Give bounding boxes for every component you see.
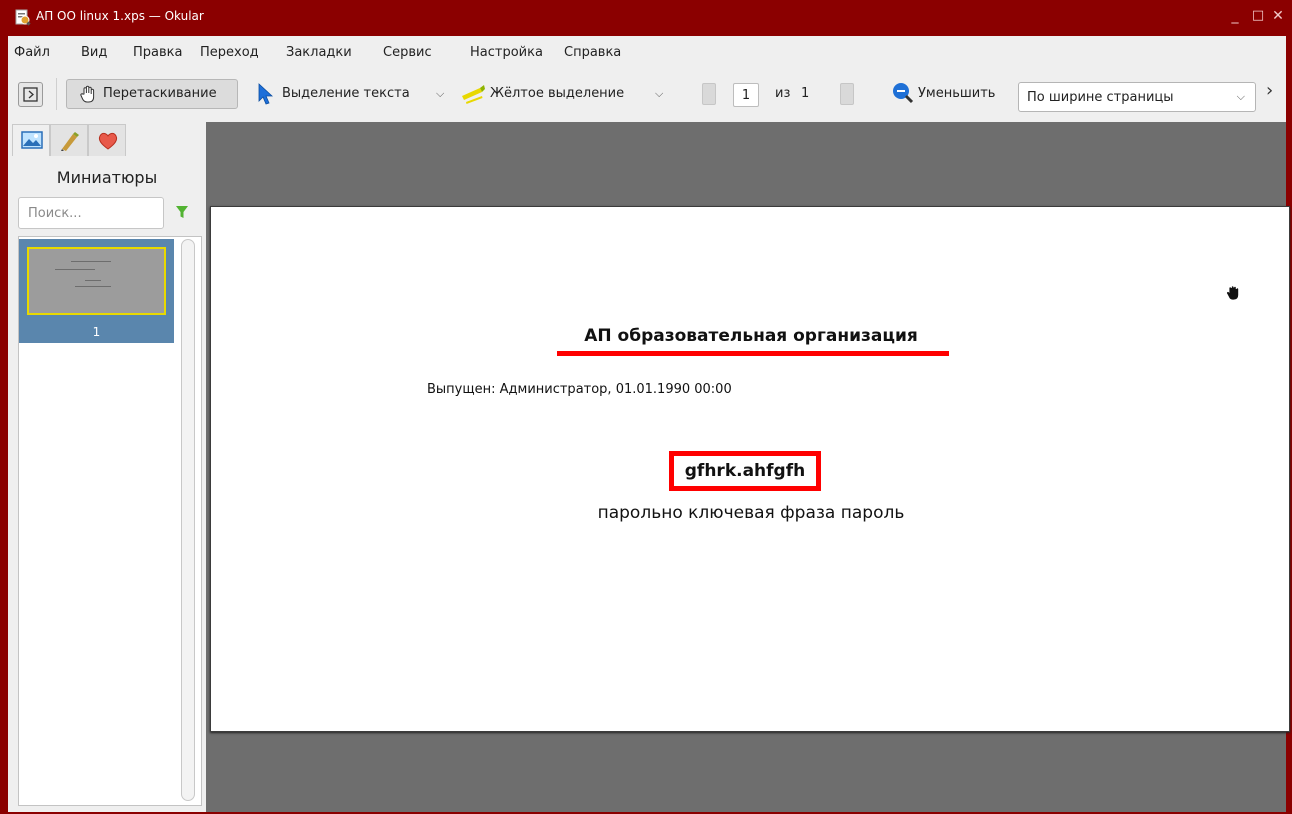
menu-view[interactable]: Вид bbox=[81, 45, 107, 60]
page-of-label: из bbox=[775, 86, 791, 101]
menu-bookmarks[interactable]: Закладки bbox=[286, 45, 352, 60]
bookmarks-heart-icon bbox=[98, 132, 118, 150]
menu-settings[interactable]: Настройка bbox=[470, 45, 543, 60]
key-text: gfhrk.ahfgfh bbox=[684, 461, 806, 481]
issued-by-text: Выпущен: Администратор, 01.01.1990 00:00 bbox=[427, 382, 732, 397]
toggle-sidebar-button[interactable] bbox=[18, 82, 43, 107]
page-total-label: 1 bbox=[801, 86, 810, 101]
text-selection-tool[interactable]: Выделение текста bbox=[282, 86, 410, 101]
menu-bar: Файл Вид Правка Переход Закладки Сервис … bbox=[8, 36, 1286, 68]
zoom-out-button[interactable]: Уменьшить bbox=[918, 86, 995, 101]
sidebar-toggle-icon bbox=[23, 87, 38, 102]
thumbnail-text-line bbox=[55, 269, 95, 270]
main-toolbar: Перетаскивание Выделение текста ⌵ Жёлтое… bbox=[8, 68, 1286, 122]
title-bar[interactable]: АП ОО linux 1.xps — Okular _ □ ✕ bbox=[0, 0, 1292, 36]
yellow-highlight-tool[interactable]: Жёлтое выделение bbox=[490, 86, 624, 101]
document-viewport[interactable]: АП образовательная организация Выпущен: … bbox=[206, 122, 1290, 812]
browse-tool-label: Перетаскивание bbox=[103, 86, 217, 101]
next-page-button[interactable] bbox=[840, 83, 854, 105]
thumbnail-search-field[interactable] bbox=[18, 197, 164, 229]
page-number-input[interactable]: 1 bbox=[733, 83, 759, 107]
chevron-down-icon: ⌵ bbox=[1236, 90, 1245, 103]
okular-app-icon bbox=[15, 9, 31, 26]
menu-tools[interactable]: Сервис bbox=[383, 45, 432, 60]
document-title: АП образовательная организация bbox=[584, 326, 918, 346]
tab-thumbnails[interactable] bbox=[12, 124, 50, 156]
thumbnail-text-line bbox=[71, 261, 111, 262]
browse-tool-button[interactable]: Перетаскивание bbox=[66, 79, 238, 109]
window-title: АП ОО linux 1.xps — Okular bbox=[36, 9, 204, 23]
tab-annotations[interactable] bbox=[50, 124, 88, 156]
thumbnail-text-line bbox=[85, 280, 101, 281]
zoom-mode-value: По ширине страницы bbox=[1027, 90, 1174, 105]
thumbnail-scrollbar[interactable] bbox=[181, 239, 195, 801]
image-icon bbox=[21, 131, 43, 149]
red-highlight-box: gfhrk.ahfgfh bbox=[669, 451, 821, 491]
thumbnail-page-number: 1 bbox=[92, 325, 101, 339]
toolbar-overflow-button[interactable]: › bbox=[1266, 80, 1273, 101]
thumbnail-text-line bbox=[75, 286, 111, 287]
minimize-button[interactable]: _ bbox=[1226, 8, 1244, 24]
chevron-down-icon[interactable]: ⌵ bbox=[436, 87, 444, 101]
hand-icon bbox=[80, 85, 95, 103]
close-button[interactable]: ✕ bbox=[1269, 8, 1287, 24]
toolbar-separator bbox=[56, 78, 57, 110]
passphrase-text: парольно ключевая фраза пароль bbox=[597, 503, 905, 523]
zoom-mode-select[interactable]: По ширине страницы ⌵ bbox=[1018, 82, 1256, 112]
thumbnail-item-selected[interactable]: 1 bbox=[19, 239, 174, 343]
red-underline-mark bbox=[557, 351, 949, 356]
cursor-arrow-icon bbox=[258, 83, 273, 105]
highlighter-icon bbox=[462, 85, 485, 104]
sidebar-title: Миниатюры bbox=[56, 168, 158, 187]
grab-cursor-icon bbox=[1226, 285, 1239, 301]
menu-file[interactable]: Файл bbox=[14, 45, 50, 60]
zoom-out-icon[interactable] bbox=[892, 82, 914, 104]
menu-go[interactable]: Переход bbox=[200, 45, 259, 60]
menu-help[interactable]: Справка bbox=[564, 45, 621, 60]
thumbnail-list[interactable]: 1 bbox=[18, 236, 202, 806]
chevron-down-icon[interactable]: ⌵ bbox=[655, 87, 663, 101]
document-page[interactable]: АП образовательная организация Выпущен: … bbox=[210, 206, 1290, 732]
search-input[interactable] bbox=[26, 205, 160, 222]
sidebar-panel: Миниатюры 1 bbox=[8, 122, 206, 812]
tab-bookmarks[interactable] bbox=[88, 124, 126, 156]
thumbnail-page-preview bbox=[27, 247, 166, 315]
maximize-button[interactable]: □ bbox=[1249, 8, 1267, 23]
menu-edit[interactable]: Правка bbox=[133, 45, 182, 60]
filter-icon[interactable] bbox=[174, 204, 190, 220]
annotations-pen-icon bbox=[61, 132, 79, 151]
previous-page-button[interactable] bbox=[702, 83, 716, 105]
